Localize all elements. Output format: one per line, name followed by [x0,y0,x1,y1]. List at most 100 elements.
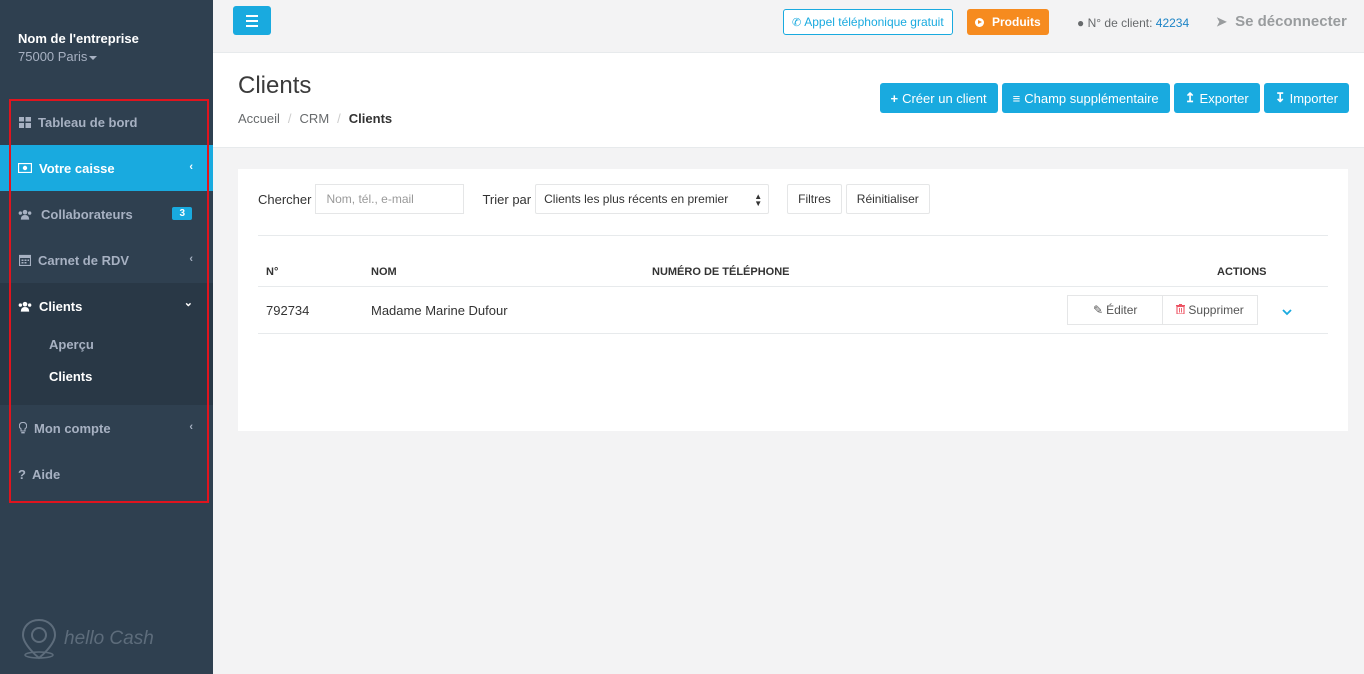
sidebar-item-mon-compte[interactable]: Mon compte ‹ [0,405,213,451]
plus-icon: + [890,90,899,106]
extra-field-label: Champ supplémentaire [1024,90,1159,106]
reset-button[interactable]: Réinitialiser [845,184,930,214]
dashboard-icon [18,116,32,128]
sign-out-icon: ➤ [1216,14,1227,29]
cash-register-icon [18,163,32,173]
divider [258,235,1328,236]
sort-select[interactable]: Clients les plus récents en premier ▲ ▼ [535,184,770,214]
client-number-cell: 792734 [266,303,310,318]
sidebar-item-carnet-de-rdv[interactable]: Carnet de RDV ‹ [0,237,213,283]
create-client-label: Créer un client [902,90,987,106]
delete-label: Supprimer [1188,303,1244,317]
page-heading: Clients Accueil / CRM / Clients + Créer un c… [213,53,1364,148]
users-icon [18,209,32,220]
user-icon: ● [1077,16,1085,30]
table-row[interactable]: 792734 Madame Marine Dufour ✎ Éditer Sup… [258,287,1328,334]
filters-button[interactable]: Filtres [787,184,842,214]
upload-icon: ↥ [1184,90,1196,105]
edit-icon: ✎ [1093,303,1104,317]
export-button[interactable]: ↥ Exporter [1173,83,1260,113]
logo-text: hello Cash [64,628,154,649]
export-label: Exporter [1199,90,1249,106]
products-button[interactable]: Produits [967,9,1049,35]
sidebar-nav: Tableau de bord Votre caisse ‹ Collabora… [0,99,213,497]
sidebar-item-label: Carnet de RDV [38,252,130,268]
sidebar-item-label: Collaborateurs [41,206,133,222]
sidebar-item-label: Mon compte [34,420,111,436]
breadcrumb-current: Clients [348,111,393,126]
clients-card: Chercher Nom, tél., e-mail Trier par Cli… [238,169,1348,431]
sidebar-item-label: Tableau de bord [38,114,138,130]
free-call-button[interactable]: ✆ Appel téléphonique gratuit [783,9,953,35]
sidebar: Nom de l'entreprise 75000 Paris Tableau … [0,0,213,674]
company-city[interactable]: 75000 Paris [18,49,139,64]
sidebar-item-aide[interactable]: ? Aide [0,451,213,497]
trash-icon [1176,303,1186,317]
company-name: Nom de l'entreprise [18,31,139,46]
top-navbar: ✆ Appel téléphonique gratuit Produits ● … [213,0,1364,53]
filter-bar: Chercher Nom, tél., e-mail Trier par Cli… [258,184,930,214]
free-call-label: Appel téléphonique gratuit [804,15,944,29]
row-actions: ✎ Éditer Supprimer [1067,295,1258,325]
sidebar-item-tableau-de-bord[interactable]: Tableau de bord [0,99,213,145]
caret-down-icon [89,55,98,60]
sort-arrows-icon: ▲ ▼ [754,192,763,208]
sidebar-item-clients[interactable]: Clients ⌄ [0,283,213,329]
sidebar-subitem-clients[interactable]: Clients [0,361,213,393]
clients-icon [18,301,32,312]
question-icon: ? [18,466,26,482]
heading-actions: + Créer un client ≡ Champ supplémentaire… [879,83,1349,113]
sidebar-item-label: Aide [32,466,61,482]
import-label: Importer [1289,90,1338,106]
company-city-label: 75000 Paris [18,49,88,64]
sidebar-item-votre-caisse[interactable]: Votre caisse ‹ [0,145,213,191]
sidebar-subitem-apercu[interactable]: Aperçu [0,329,213,361]
edit-label: Éditer [1106,303,1138,317]
search-label: Chercher [258,191,312,207]
page-title: Clients [238,72,312,99]
column-header-no[interactable]: N° [266,266,278,278]
products-label: Produits [992,15,1041,29]
sidebar-submenu-clients: Aperçu Clients [0,329,213,405]
column-header-name[interactable]: NOM [371,266,397,278]
client-number-label: N° de client: [1087,16,1153,30]
menu-toggle-button[interactable] [233,6,271,35]
play-circle-icon [975,17,984,27]
sidebar-item-label: Clients [39,298,83,314]
client-number-value[interactable]: 42234 [1156,16,1189,30]
delete-button[interactable]: Supprimer [1163,295,1258,325]
extra-field-button[interactable]: ≡ Champ supplémentaire [1001,83,1170,113]
column-header-actions: ACTIONS [1217,266,1267,278]
location-pin-icon [21,618,57,660]
chevron-down-icon: ⌄ [183,297,193,309]
import-button[interactable]: ↧ Importer [1263,83,1349,113]
company-header[interactable]: Nom de l'entreprise 75000 Paris [18,31,139,64]
calendar-icon [18,254,32,266]
search-input[interactable]: Nom, tél., e-mail [315,184,465,214]
client-name-cell: Madame Marine Dufour [371,303,508,318]
sort-label: Trier par [482,191,532,207]
chevron-left-icon: ‹ [189,161,193,173]
sidebar-item-label: Votre caisse [39,160,115,176]
hellocash-logo: hello Cash [20,618,154,660]
breadcrumb-crm[interactable]: CRM [300,111,330,126]
breadcrumb-accueil[interactable]: Accueil [238,111,280,126]
sidebar-item-collaborateurs[interactable]: Collaborateurs 3 [0,191,213,237]
breadcrumb: Accueil / CRM / Clients [238,111,393,126]
create-client-button[interactable]: + Créer un client [879,83,998,113]
logout-link[interactable]: ➤ Se déconnecter [1216,13,1347,30]
list-icon: ≡ [1012,90,1021,106]
column-header-phone[interactable]: NUMÉRO DE TÉLÉPHONE [652,266,790,278]
table-header: N° NOM NUMÉRO DE TÉLÉPHONE ACTIONS [258,257,1328,287]
sort-select-value: Clients les plus récents en premier [544,192,729,206]
chevron-down-icon[interactable] [1282,304,1292,319]
chevron-left-icon: ‹ [189,253,193,265]
chevron-left-icon: ‹ [189,421,193,433]
hamburger-icon [246,14,258,17]
edit-button[interactable]: ✎ Éditer [1067,295,1164,325]
download-icon: ↧ [1274,90,1286,105]
lightbulb-icon [18,422,28,434]
phone-icon: ✆ [792,16,802,29]
reset-label: Réinitialiser [856,192,919,206]
count-badge: 3 [172,207,192,220]
